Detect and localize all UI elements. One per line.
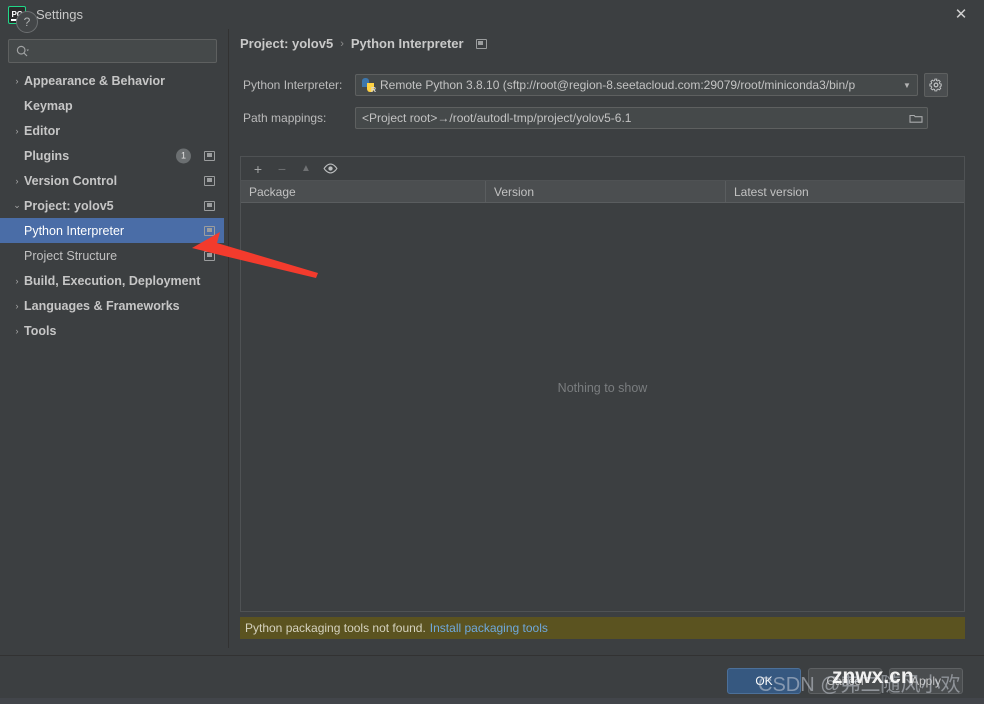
module-scope-icon: [204, 150, 215, 161]
chevron-right-icon[interactable]: ›: [10, 276, 24, 286]
sidebar-item-label: Project Structure: [24, 248, 118, 263]
column-header-latest-version[interactable]: Latest version: [726, 181, 964, 202]
sidebar-item-keymap[interactable]: Keymap: [0, 93, 224, 118]
eye-icon: [322, 163, 338, 174]
close-icon[interactable]: ✕: [938, 0, 984, 29]
sidebar-item-label: Keymap: [24, 98, 73, 113]
sidebar-item-version-control[interactable]: › Version Control: [0, 168, 224, 193]
chevron-right-icon[interactable]: ›: [10, 126, 24, 136]
path-mappings-value: <Project root>→/root/autodl-tmp/project/…: [362, 111, 632, 125]
sidebar-item-label: Build, Execution, Deployment: [24, 273, 201, 288]
python-interpreter-value: Remote Python 3.8.10 (sftp://root@region…: [380, 78, 856, 92]
remove-package-button: −: [277, 160, 287, 177]
sidebar-item-build-execution-deployment[interactable]: › Build, Execution, Deployment: [0, 268, 224, 293]
module-scope-icon: [204, 250, 215, 261]
sidebar-item-label: Tools: [24, 323, 57, 338]
sidebar-item-label: Python Interpreter: [24, 223, 125, 238]
sidebar-item-label: Languages & Frameworks: [24, 298, 180, 313]
breadcrumb-page: Python Interpreter: [350, 36, 464, 51]
packages-table-body[interactable]: Nothing to show: [241, 203, 964, 609]
sidebar-item-languages-frameworks[interactable]: › Languages & Frameworks: [0, 293, 224, 318]
sidebar-item-label: Plugins: [24, 148, 70, 163]
sidebar-item-label: Editor: [24, 123, 61, 138]
python-interpreter-dropdown[interactable]: R Remote Python 3.8.10 (sftp://root@regi…: [355, 74, 918, 96]
sidebar-item-project-yolov5[interactable]: ⌄ Project: yolov5: [0, 193, 224, 218]
add-package-button[interactable]: +: [247, 159, 269, 179]
python-interpreter-row: Python Interpreter: R Remote Python 3.8.…: [243, 73, 965, 97]
python-interpreter-label: Python Interpreter:: [243, 78, 343, 92]
sidebar-item-project-structure[interactable]: Project Structure: [0, 243, 224, 268]
packaging-tools-warning: Python packaging tools not found. Instal…: [240, 617, 965, 639]
sidebar-item-label: Version Control: [24, 173, 118, 188]
help-button[interactable]: ?: [16, 11, 38, 33]
column-header-version[interactable]: Version: [486, 181, 726, 202]
apply-button[interactable]: Apply: [889, 668, 963, 694]
taskbar-strip: [0, 698, 984, 704]
settings-category-tree[interactable]: › Appearance & Behavior Keymap › Editor Plugi…: [0, 68, 224, 648]
sidebar-item-appearance-behavior[interactable]: › Appearance & Behavior: [0, 68, 224, 93]
chevron-right-icon[interactable]: ›: [10, 176, 24, 186]
path-mappings-label: Path mappings:: [243, 111, 327, 125]
installed-packages-panel: + − ▲ Package Version Latest version Nothi…: [240, 156, 965, 612]
breadcrumb-separator: ›: [340, 37, 344, 50]
gear-icon: [929, 78, 942, 92]
pane-divider: [228, 29, 229, 648]
module-scope-icon: [204, 225, 215, 236]
show-early-releases-button[interactable]: [319, 159, 341, 179]
sidebar-item-label: Appearance & Behavior: [24, 73, 166, 88]
path-mappings-field[interactable]: <Project root>→/root/autodl-tmp/project/…: [355, 107, 928, 129]
upgrade-package-button: ▲: [301, 163, 311, 174]
cancel-button[interactable]: Cancel: [808, 668, 882, 694]
module-scope-icon: [475, 38, 487, 49]
breadcrumb-project[interactable]: Project: yolov5: [240, 36, 333, 51]
folder-browse-icon[interactable]: [905, 112, 927, 124]
breadcrumb: Project: yolov5 › Python Interpreter: [240, 36, 487, 51]
chevron-down-icon[interactable]: ▼: [897, 81, 917, 90]
packages-toolbar: + − ▲: [241, 157, 964, 181]
chevron-right-icon[interactable]: ›: [10, 76, 24, 86]
window-title-bar: PC Settings ✕: [0, 0, 984, 29]
sidebar-item-plugins[interactable]: Plugins 1: [0, 143, 224, 168]
packages-table-header: Package Version Latest version: [241, 181, 964, 203]
chevron-right-icon[interactable]: ›: [10, 301, 24, 311]
sidebar-item-tools[interactable]: › Tools: [0, 318, 224, 343]
path-mappings-row: Path mappings: <Project root>→/root/auto…: [243, 107, 965, 129]
empty-state-text: Nothing to show: [557, 381, 648, 395]
module-scope-icon: [204, 175, 215, 186]
interpreter-settings-gear-button[interactable]: [924, 73, 948, 97]
module-scope-icon: [204, 200, 215, 211]
chevron-right-icon[interactable]: ›: [10, 326, 24, 336]
settings-search-box[interactable]: [8, 39, 217, 63]
search-input[interactable]: [29, 43, 216, 59]
window-title: Settings: [36, 7, 83, 22]
sidebar-item-editor[interactable]: › Editor: [0, 118, 224, 143]
warning-message: Python packaging tools not found.: [245, 621, 426, 635]
install-packaging-tools-link[interactable]: Install packaging tools: [430, 621, 548, 635]
sidebar-item-label: Project: yolov5: [24, 198, 114, 213]
sidebar-item-python-interpreter[interactable]: Python Interpreter: [0, 218, 224, 243]
search-icon: [16, 45, 29, 58]
python-icon: R: [361, 78, 376, 94]
chevron-down-icon[interactable]: ⌄: [10, 200, 24, 211]
column-header-package[interactable]: Package: [241, 181, 486, 202]
ok-button[interactable]: OK: [727, 668, 801, 694]
plugins-update-badge: 1: [176, 148, 191, 163]
